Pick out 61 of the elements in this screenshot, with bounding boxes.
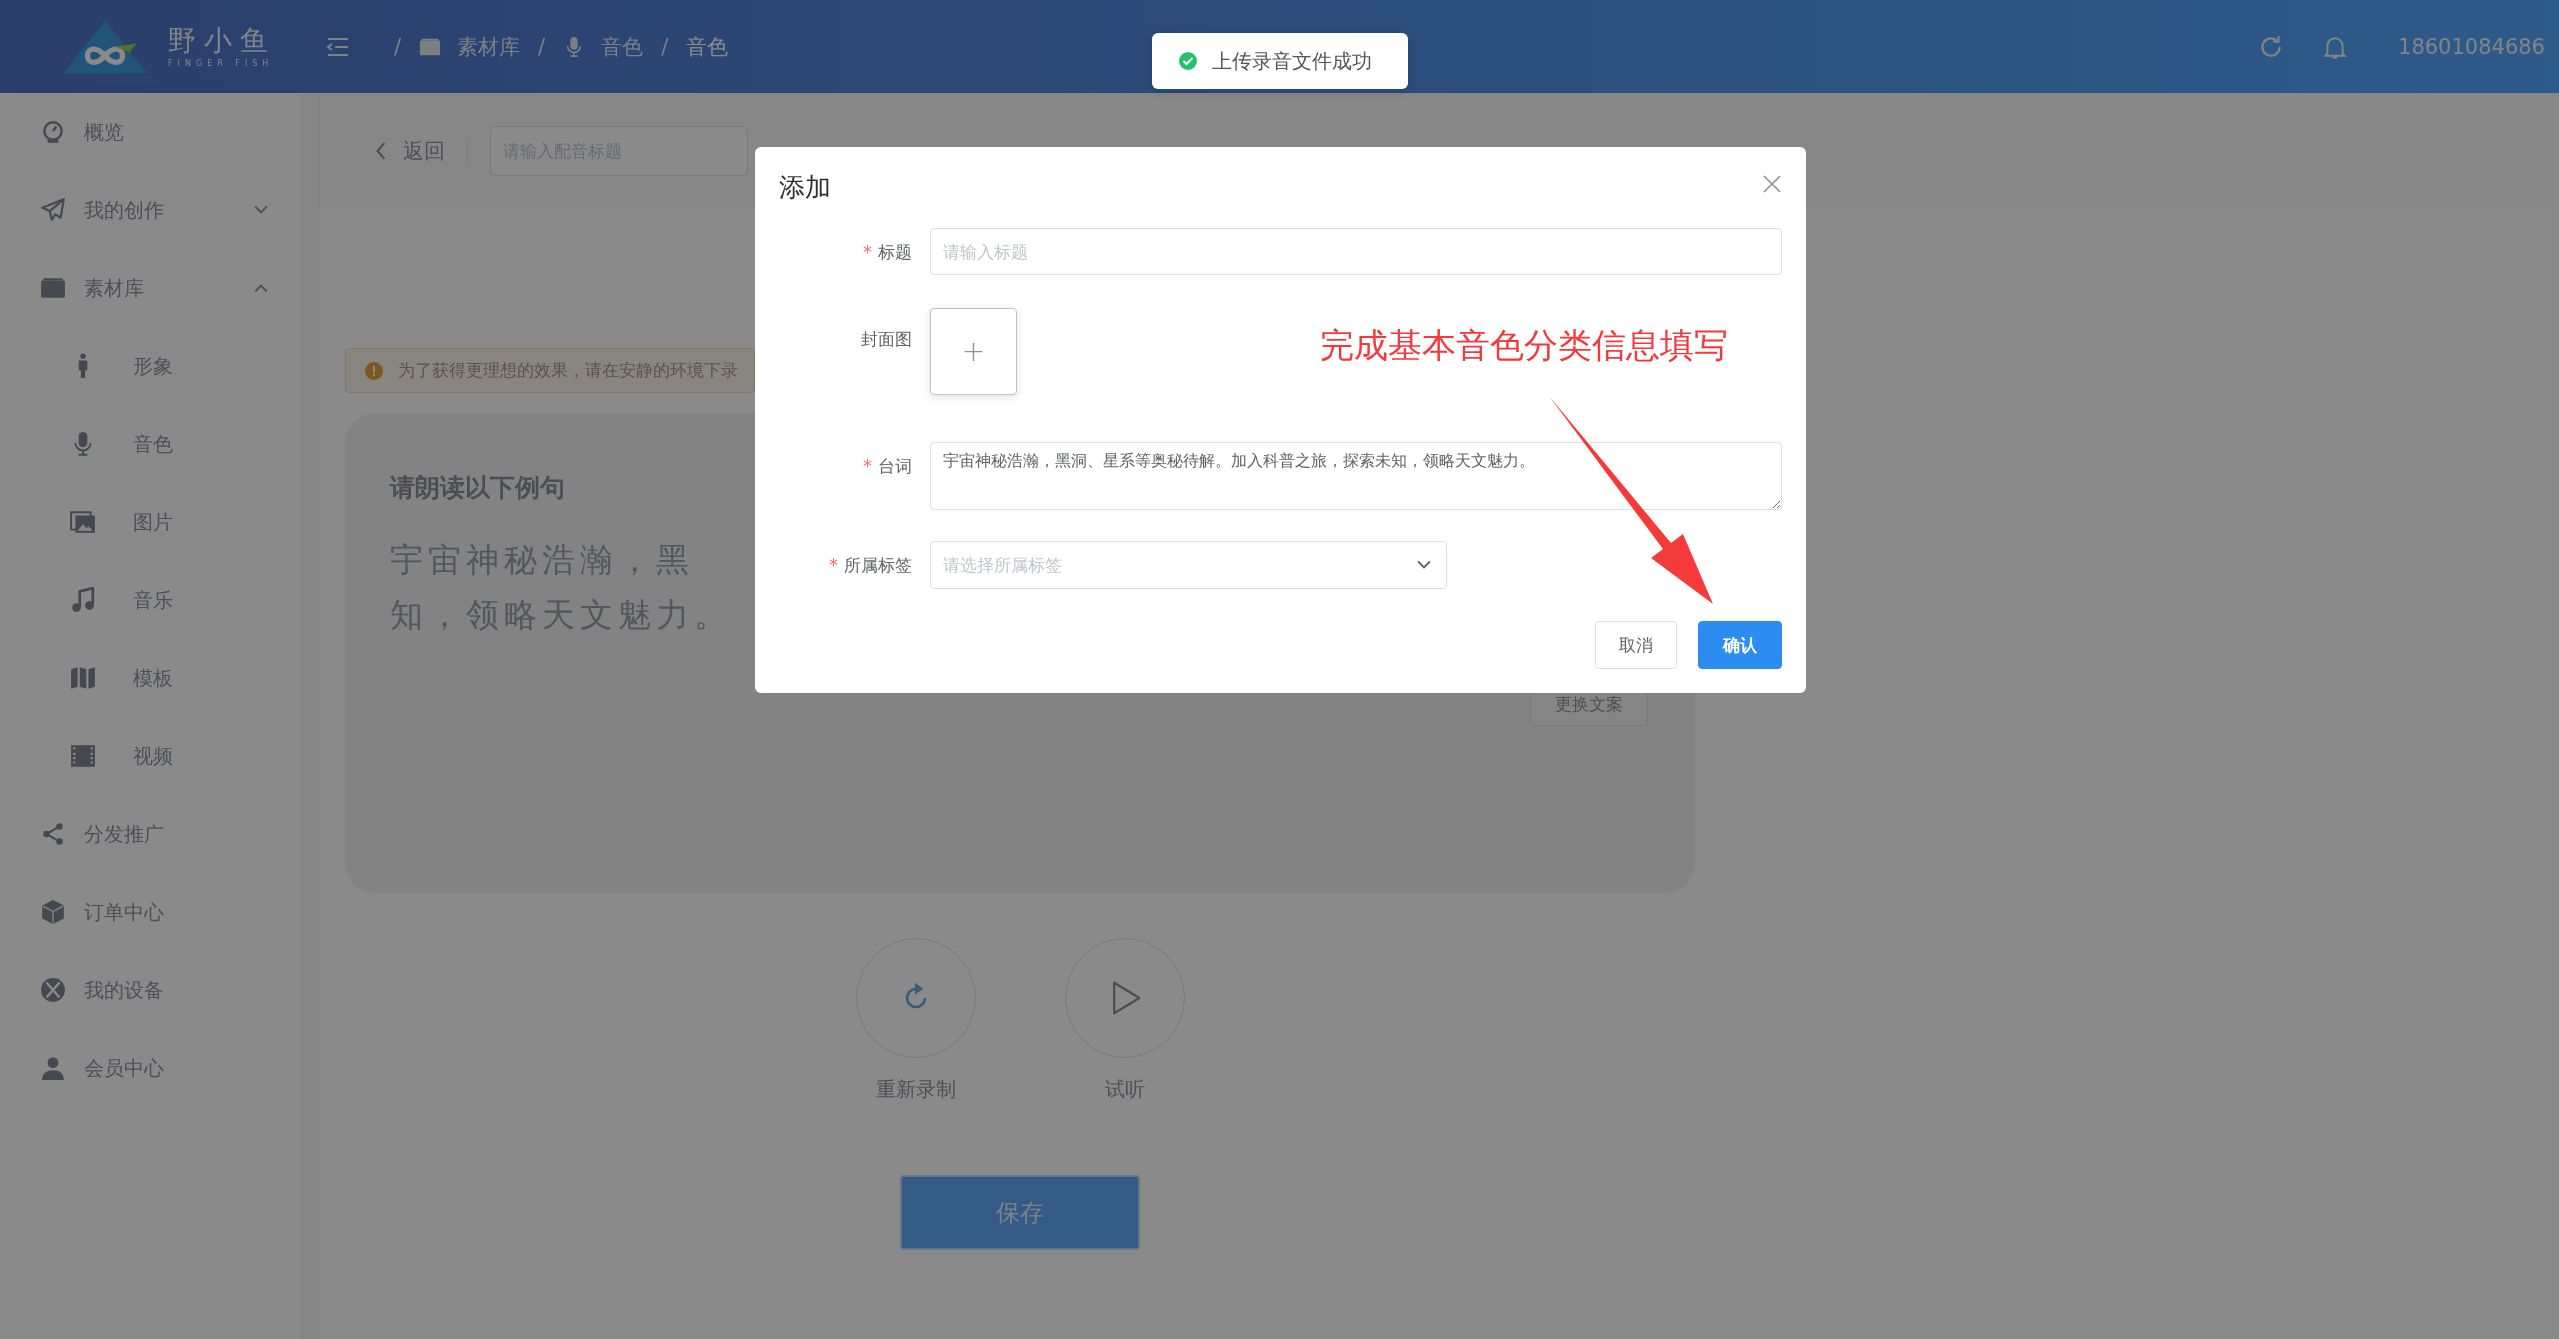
warning-icon [364, 360, 384, 381]
field-label: 标题 [878, 241, 912, 264]
share-icon [40, 821, 66, 847]
breadcrumb-link[interactable]: 音色 [601, 32, 644, 61]
chevron-left-icon [375, 141, 387, 160]
sidebar-subitem[interactable]: 图片 [0, 483, 300, 561]
card-heading: 请朗读以下例句 [390, 472, 566, 504]
toast-message: 上传录音文件成功 [1212, 47, 1372, 75]
map-icon [70, 665, 96, 691]
action-label: 试听 [1104, 1076, 1145, 1103]
confirm-button[interactable]: 确认 [1698, 621, 1782, 669]
annotation-text: 完成基本音色分类信息填写 [1320, 324, 1728, 367]
close-icon[interactable] [1762, 174, 1782, 194]
sidebar-subitem[interactable]: 形象 [0, 327, 300, 405]
breadcrumb-separator: / [538, 34, 546, 59]
required-mark: * [829, 554, 838, 575]
tag-select[interactable]: 请选择所属标签 [930, 541, 1447, 589]
sidebar-subitem[interactable]: 模板 [0, 639, 300, 717]
cancel-button[interactable]: 取消 [1595, 621, 1677, 669]
field-label: 台词 [878, 455, 912, 478]
logo-name: 野小鱼 [168, 25, 276, 57]
chevron-down-icon [1417, 560, 1431, 570]
dialog-title: 添加 [779, 171, 831, 204]
cube-icon [40, 899, 66, 925]
breadcrumb-separator: / [394, 34, 402, 59]
field-label: 封面图 [861, 328, 912, 351]
sidebar-item[interactable]: 我的创作 [0, 171, 300, 249]
sidebar-subitem[interactable]: 音乐 [0, 561, 300, 639]
breadcrumb-link[interactable]: 素材库 [457, 32, 521, 61]
sidebar-item[interactable]: 概览 [0, 93, 300, 171]
required-mark: * [863, 241, 872, 262]
sidebar-item[interactable]: 素材库 [0, 249, 300, 327]
breadcrumb-separator: / [661, 34, 669, 59]
refresh-icon[interactable] [2258, 33, 2284, 60]
sidebar-item[interactable]: 我的设备 [0, 951, 300, 1029]
logo-subtitle: FINGER FISH [168, 59, 275, 68]
sidebar-item[interactable]: 会员中心 [0, 1029, 300, 1107]
folder-icon [40, 275, 66, 301]
gauge-icon [40, 119, 66, 145]
save-button[interactable]: 保存 [900, 1175, 1140, 1250]
sidebar-subitem[interactable]: 音色 [0, 405, 300, 483]
sidebar-item[interactable]: 分发推广 [0, 795, 300, 873]
sidebar-subitem[interactable]: 视频 [0, 717, 300, 795]
check-circle-icon [1178, 51, 1198, 71]
paper-plane-icon [40, 197, 66, 223]
upload-button[interactable]: + [930, 308, 1017, 395]
breadcrumb-link[interactable]: 音色 [686, 32, 729, 61]
title-field[interactable]: 请输入标题 [930, 228, 1782, 275]
menu-icon[interactable] [326, 36, 350, 57]
sidebar-item[interactable]: 订单中心 [0, 873, 300, 951]
required-mark: * [863, 455, 872, 476]
image-icon [70, 509, 96, 535]
music-note-icon [70, 587, 96, 613]
field-label: 所属标签 [844, 554, 912, 577]
x-circle-icon [40, 977, 66, 1003]
back-link[interactable]: 返回 [375, 136, 445, 165]
user-phone[interactable]: 18601084686 [2398, 34, 2545, 59]
film-icon [70, 743, 96, 769]
user-icon [40, 1055, 66, 1081]
action-label: 重新录制 [875, 1076, 956, 1103]
lines-field[interactable]: 宇宙神秘浩瀚，黑洞、星系等奥秘待解。加入科普之旅，探索未知，领略天文魅力。 [930, 442, 1782, 510]
